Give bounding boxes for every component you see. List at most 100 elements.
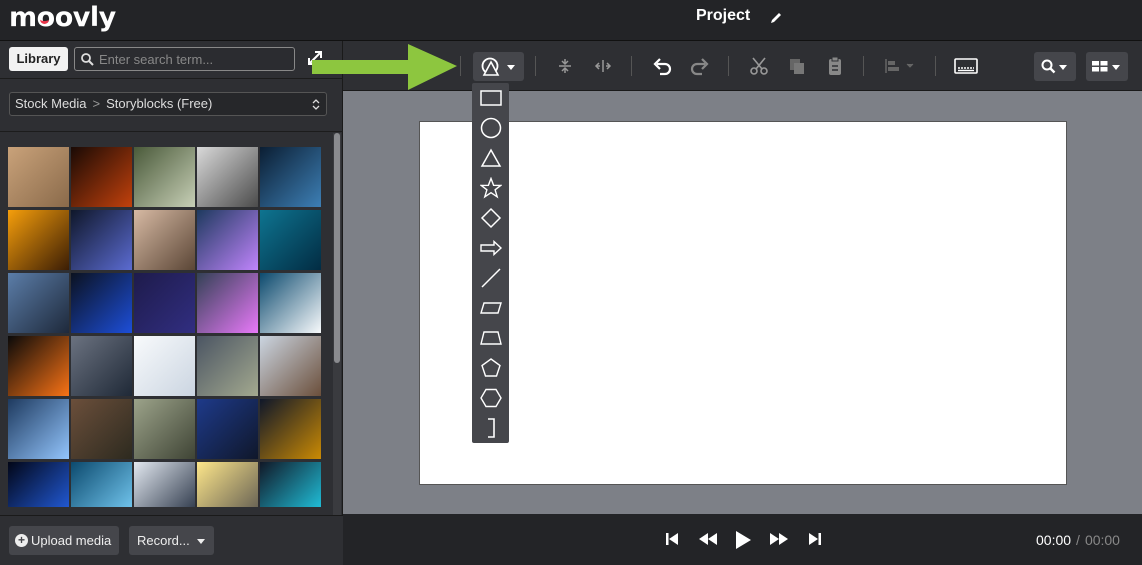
skip-to-end-icon[interactable] [807, 530, 823, 548]
shape-parallelogram-item[interactable] [472, 293, 509, 323]
fast-forward-icon[interactable] [767, 530, 791, 548]
distribute-horizontal-icon[interactable] [593, 56, 613, 76]
media-thumbnail-network-people[interactable] [197, 399, 258, 459]
media-thumbnail-code-screen[interactable] [71, 273, 132, 333]
cut-icon[interactable] [749, 56, 769, 76]
caret-down-icon [197, 539, 205, 544]
shape-circle-item[interactable] [472, 113, 509, 143]
top-bar: moovly Project [0, 0, 1142, 41]
moovly-logo[interactable]: moovly [9, 2, 116, 33]
redo-icon[interactable] [689, 56, 711, 76]
media-thumbnail-sunset-clouds[interactable] [8, 210, 69, 270]
shape-menu [472, 83, 509, 443]
edit-pencil-icon[interactable] [768, 10, 784, 26]
upload-media-button[interactable]: + Upload media [9, 526, 119, 555]
undo-icon[interactable] [651, 56, 673, 76]
media-thumbnail-underwater-light[interactable] [260, 210, 321, 270]
shape-diamond-item[interactable] [472, 203, 509, 233]
media-thumbnail-money-cash[interactable] [134, 147, 195, 207]
hexagon-icon [479, 388, 502, 408]
media-thumbnail-business-laptop[interactable] [134, 462, 195, 507]
media-thumbnail-woman-eyes-closed[interactable] [134, 210, 195, 270]
trapezoid-icon [479, 331, 502, 345]
media-thumbnail-city-night[interactable] [71, 210, 132, 270]
media-thumbnail-crowd-people[interactable] [71, 336, 132, 396]
library-scrollbar-thumb[interactable] [334, 133, 340, 363]
media-thumbnail-hands-phone[interactable] [260, 336, 321, 396]
media-thumbnail-explosion-glow[interactable] [8, 336, 69, 396]
arrow-right-icon [479, 240, 502, 256]
breadcrumb-separator-icon: > [92, 96, 101, 111]
shape-bracket-item[interactable] [472, 413, 509, 443]
layout-grid-icon [1092, 61, 1108, 72]
media-thumbnail-ocean-water[interactable] [8, 399, 69, 459]
media-thumbnail-earth-from-space[interactable] [260, 273, 321, 333]
project-canvas[interactable] [419, 121, 1067, 485]
media-thumbnail-sparks-fire[interactable] [71, 147, 132, 207]
shapes-icon [481, 57, 500, 76]
current-time: 00:00 [1036, 532, 1072, 548]
media-thumbnail-dollar-bills[interactable] [134, 399, 195, 459]
media-thumbnail-silhouette-man[interactable] [260, 147, 321, 207]
time-separator: / [1076, 532, 1080, 548]
zoom-dropdown-button[interactable] [1034, 52, 1076, 81]
media-thumbnail-screen-ui[interactable] [134, 336, 195, 396]
media-thumbnail-laptop-typing[interactable] [197, 147, 258, 207]
project-title[interactable]: Project [696, 7, 750, 25]
line-icon [480, 268, 501, 288]
divider [0, 131, 343, 132]
caret-down-icon [1059, 65, 1067, 70]
library-tab[interactable]: Library [9, 47, 68, 71]
caret-down-icon [1112, 65, 1120, 70]
library-panel: Library Stock Media > Storyblocks (Free) +… [0, 41, 343, 565]
media-grid [8, 147, 321, 507]
media-thumbnail-mountain-haze[interactable] [197, 336, 258, 396]
media-thumbnail-city-aerial[interactable] [8, 273, 69, 333]
toolbar-divider [863, 56, 864, 76]
media-thumbnail-eye-closeup[interactable] [71, 462, 132, 507]
media-thumbnail-hands-sunlight[interactable] [197, 462, 258, 507]
rectangle-icon [479, 90, 502, 106]
align-dropdown-icon[interactable] [883, 56, 915, 76]
media-thumbnail-hologram-tablet[interactable] [260, 462, 321, 507]
rewind-icon[interactable] [696, 530, 720, 548]
media-thumbnail-hands-sprout[interactable] [71, 399, 132, 459]
shape-star-item[interactable] [472, 173, 509, 203]
search-box[interactable] [74, 47, 295, 71]
breadcrumb-storyblocks[interactable]: Storyblocks (Free) [106, 96, 212, 111]
record-dropdown-button[interactable]: Record... [129, 526, 214, 555]
media-thumbnail-glasses-reflection-2[interactable] [197, 273, 258, 333]
divider [0, 78, 343, 79]
library-footer: + Upload media Record... [0, 515, 343, 565]
toolbar-divider [728, 56, 729, 76]
shape-arrow-item[interactable] [472, 233, 509, 263]
parallelogram-icon [479, 302, 502, 314]
play-icon[interactable] [733, 529, 753, 551]
toolbar-divider [935, 56, 936, 76]
bracket-icon [487, 418, 495, 438]
shape-trapezoid-item[interactable] [472, 323, 509, 353]
subtitles-icon[interactable] [954, 57, 978, 75]
shape-rectangle-item[interactable] [472, 83, 509, 113]
shape-pentagon-item[interactable] [472, 353, 509, 383]
source-breadcrumb-select[interactable]: Stock Media > Storyblocks (Free) [9, 92, 327, 116]
caret-down-icon [507, 65, 515, 70]
media-thumbnail-world-lights[interactable] [260, 399, 321, 459]
copy-icon[interactable] [788, 56, 806, 76]
editor-toolbar [343, 41, 1142, 91]
shape-triangle-item[interactable] [472, 143, 509, 173]
distribute-vertical-icon[interactable] [556, 56, 574, 76]
shape-line-item[interactable] [472, 263, 509, 293]
search-input[interactable] [99, 50, 289, 68]
media-thumbnail-runner-feet[interactable] [8, 147, 69, 207]
media-thumbnail-starry-space[interactable] [134, 273, 195, 333]
breadcrumb-stock-media[interactable]: Stock Media [15, 96, 87, 111]
paste-icon[interactable] [827, 55, 843, 77]
media-thumbnail-glasses-reflection[interactable] [197, 210, 258, 270]
playback-bar: 00:00/00:00 [343, 514, 1142, 565]
shape-hexagon-item[interactable] [472, 383, 509, 413]
skip-to-start-icon[interactable] [664, 530, 680, 548]
layout-dropdown-button[interactable] [1086, 52, 1128, 81]
shape-tool-button[interactable] [473, 52, 524, 81]
media-thumbnail-earth-globe[interactable] [8, 462, 69, 507]
